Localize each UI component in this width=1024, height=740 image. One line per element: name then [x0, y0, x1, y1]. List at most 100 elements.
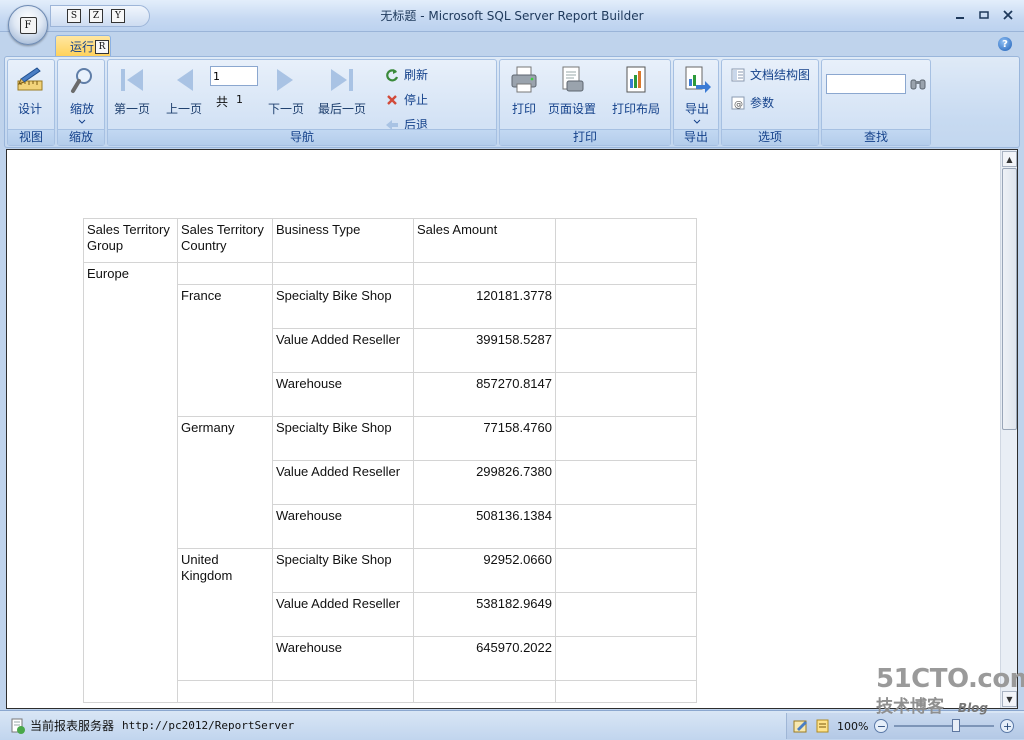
close-icon [1003, 10, 1013, 20]
stop-icon [384, 92, 400, 108]
cell-business-type: Specialty Bike Shop [272, 548, 414, 593]
refresh-label: 刷新 [404, 68, 429, 82]
title-bar: S Z Y 无标题 - Microsoft SQL Server Report … [0, 0, 1024, 32]
document-map-button[interactable]: 文档结构图 [730, 66, 810, 83]
refresh-icon [384, 67, 400, 83]
print-button[interactable]: 打印 [508, 64, 540, 117]
next-page-label: 下一页 [268, 102, 305, 116]
group-navigation: 第一页 上一页 共 1 下一页 最后一页 [107, 59, 497, 146]
watermark-main: 51CTO.com [876, 664, 1024, 694]
vertical-scrollbar[interactable]: ▲ ▼ [1000, 150, 1017, 708]
export-label: 导出 [684, 102, 709, 116]
last-page-button[interactable]: 最后一页 [318, 64, 366, 117]
cell-empty [413, 262, 556, 285]
header-empty [555, 218, 697, 263]
group-print-label: 打印 [500, 129, 670, 145]
zoom-button[interactable]: 缩放 [66, 64, 98, 125]
report-server-icon [11, 718, 25, 734]
design-ruler-icon [14, 64, 46, 96]
cell-empty [555, 460, 697, 505]
watermark-sub-text: 技术博客 [876, 697, 944, 717]
maximize-icon [979, 11, 989, 19]
last-page-label: 最后一页 [318, 102, 367, 116]
status-report-server: 当前报表服务器 http://pc2012/ReportServer [10, 717, 294, 734]
scroll-thumb[interactable] [1002, 168, 1017, 430]
last-page-icon [326, 64, 358, 96]
cell-sales-amount: 857270.8147 [413, 372, 556, 417]
help-icon[interactable]: ? [998, 37, 1012, 51]
cell-sales-amount: 77158.4760 [413, 416, 556, 461]
page-setup-icon [556, 64, 588, 96]
previous-page-button[interactable]: 上一页 [166, 64, 202, 117]
parameters-button[interactable]: @ 参数 [730, 94, 774, 111]
cell-business-type: Warehouse [272, 636, 414, 681]
tab-run-key: R [95, 39, 110, 54]
cell-sales-amount: 120181.3778 [413, 284, 556, 329]
watermark-blog: Blog [957, 701, 989, 715]
cell-empty [413, 680, 556, 703]
parameters-icon: @ [730, 95, 746, 111]
cell-empty [555, 284, 697, 329]
page-setup-label: 页面设置 [548, 102, 597, 116]
watermark-sub: 技术博客 Blog [876, 692, 1016, 717]
first-page-button[interactable]: 第一页 [114, 64, 150, 117]
cell-empty [555, 680, 697, 703]
scroll-up-button[interactable]: ▲ [1002, 151, 1017, 167]
page-setup-button[interactable]: 页面设置 [548, 64, 596, 117]
magnifier-icon [66, 64, 98, 96]
group-find: 查找 [821, 59, 931, 146]
printer-icon [508, 64, 540, 96]
group-navigation-label: 导航 [108, 129, 496, 145]
header-business-type: Business Type [272, 218, 414, 263]
print-layout-button[interactable]: 打印布局 [612, 64, 660, 117]
group-options: 文档结构图 @ 参数 选项 [721, 59, 819, 146]
cell-sales-amount: 92952.0660 [413, 548, 556, 593]
design-button[interactable]: 设计 [14, 64, 46, 117]
cell-empty [272, 680, 414, 703]
page-number-input[interactable] [210, 66, 258, 86]
cell-empty [177, 262, 273, 285]
stop-button[interactable]: 停止 [384, 91, 428, 108]
zoom-slider[interactable] [894, 719, 995, 732]
next-page-icon [270, 64, 302, 96]
refresh-button[interactable]: 刷新 [384, 66, 428, 83]
minimize-button[interactable] [950, 6, 970, 24]
cell-sales-amount: 645970.2022 [413, 636, 556, 681]
header-sales-amount: Sales Amount [413, 218, 556, 263]
group-zoom-label: 缩放 [58, 129, 104, 145]
edit-icon[interactable] [793, 719, 809, 733]
export-button[interactable]: 导出 [681, 64, 713, 125]
cell-business-type: Specialty Bike Shop [272, 284, 414, 329]
orb-key: F [19, 16, 37, 34]
print-layout-icon [620, 64, 652, 96]
status-server-label: 当前报表服务器 [30, 719, 115, 733]
window-controls [950, 6, 1018, 24]
binoculars-icon[interactable] [910, 76, 926, 93]
cell-country: United Kingdom [177, 548, 273, 681]
find-input[interactable] [826, 74, 906, 94]
first-page-icon [116, 64, 148, 96]
minimize-icon [956, 17, 964, 19]
document-map-label: 文档结构图 [750, 68, 811, 82]
tab-run[interactable]: 运行 R [55, 35, 111, 57]
group-export-label: 导出 [674, 129, 718, 145]
chevron-down-icon [78, 119, 86, 124]
cell-business-type: Value Added Reseller [272, 328, 414, 373]
cell-country: France [177, 284, 273, 417]
group-print: 打印 页面设置 打印布局 打印 [499, 59, 671, 146]
close-button[interactable] [998, 6, 1018, 24]
first-page-label: 第一页 [114, 102, 151, 116]
next-page-button[interactable]: 下一页 [268, 64, 304, 117]
cell-sales-amount: 508136.1384 [413, 504, 556, 549]
cell-business-type: Warehouse [272, 504, 414, 549]
print-layout-label: 打印布局 [612, 102, 661, 116]
cell-business-type: Value Added Reseller [272, 592, 414, 637]
stop-label: 停止 [404, 93, 429, 107]
maximize-button[interactable] [974, 6, 994, 24]
page-view-icon[interactable] [815, 719, 831, 733]
table-row-group: Europe [83, 262, 697, 703]
status-bar: 当前报表服务器 http://pc2012/ReportServer 100% … [0, 710, 1024, 740]
zoom-label: 缩放 [69, 102, 94, 116]
application-orb-button[interactable]: F [8, 5, 48, 45]
chevron-down-icon [693, 119, 701, 124]
